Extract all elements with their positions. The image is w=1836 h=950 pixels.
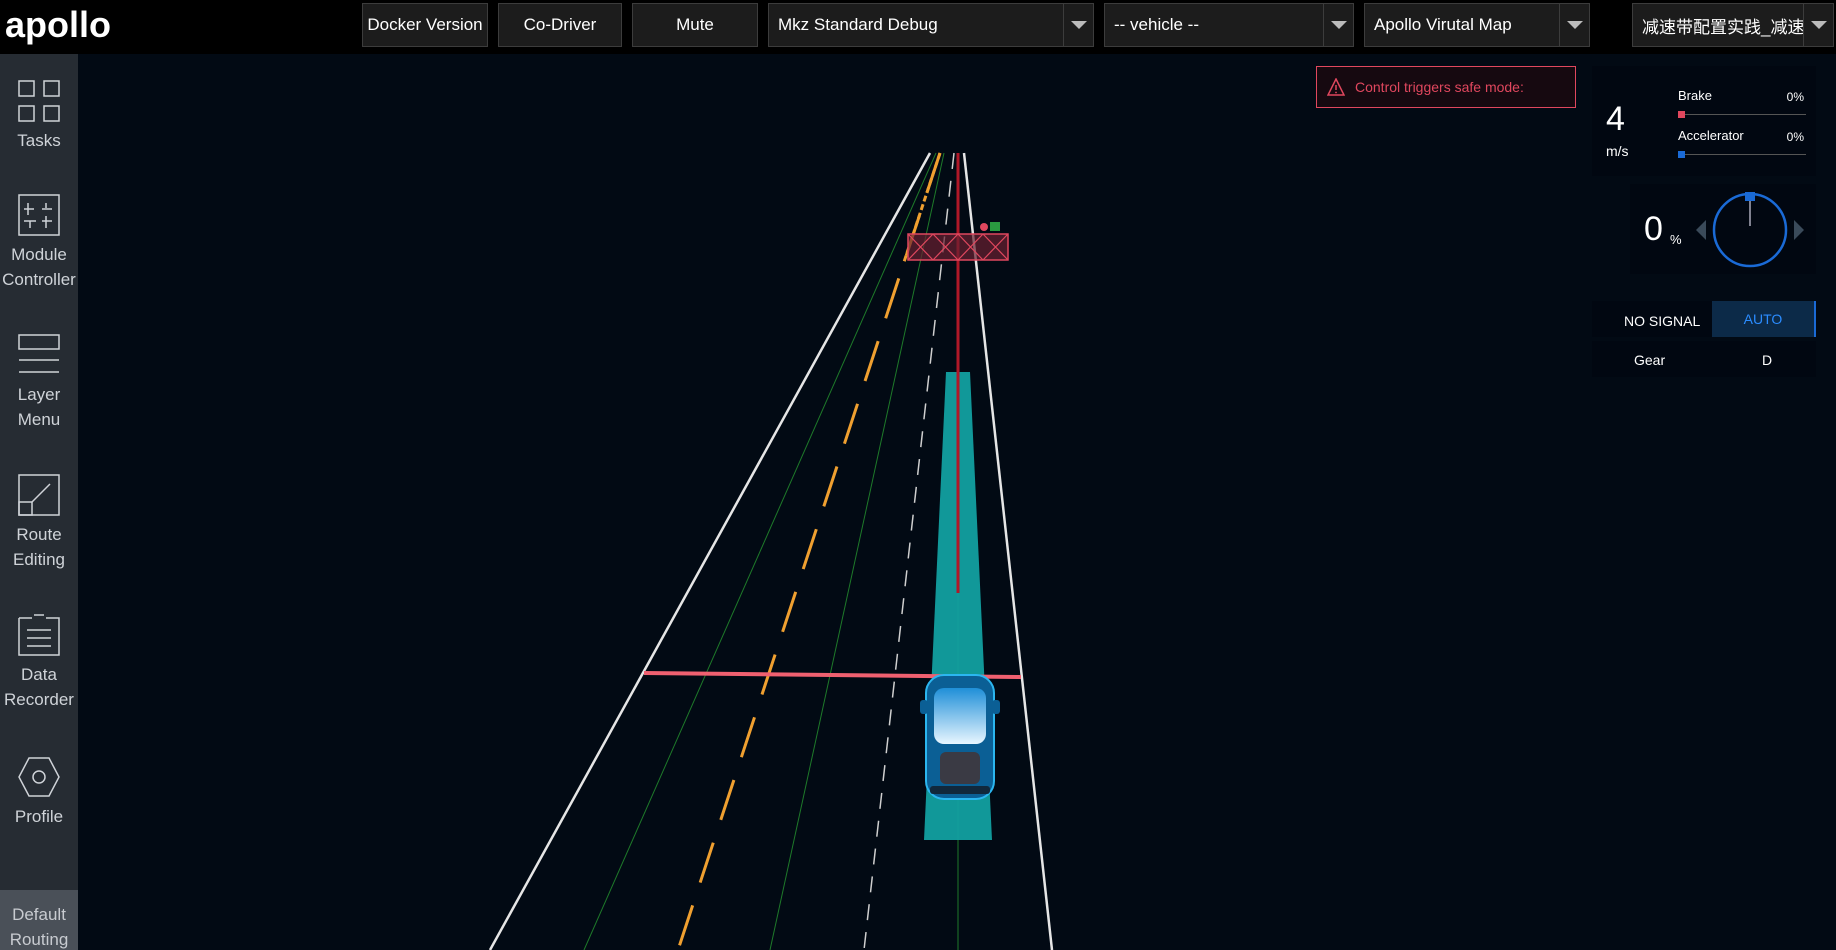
signal-panel: NO SIGNAL AUTO	[1592, 301, 1816, 337]
accelerator-value: 0%	[1786, 130, 1804, 144]
driving-scene-canvas[interactable]	[78, 54, 1836, 950]
hexagon-icon	[18, 757, 60, 797]
sidebar-item-profile[interactable]: Profile	[0, 756, 78, 876]
sidebar-item-data-recorder[interactable]: Data Recorder	[0, 614, 78, 734]
lane-guide-line	[769, 152, 945, 950]
layers-icon	[18, 334, 60, 373]
gear-value: D	[1762, 352, 1773, 368]
brake-bar-fill	[1678, 111, 1685, 118]
document-icon	[18, 614, 60, 656]
sidebar-item-label: Profile	[14, 807, 64, 826]
chevron-down-icon[interactable]	[1559, 4, 1589, 46]
accelerator-bar-track	[1678, 154, 1806, 155]
gear-label: Gear	[1634, 352, 1666, 368]
docker-version-button[interactable]: Docker Version	[362, 3, 488, 47]
chevron-down-icon[interactable]	[1803, 4, 1833, 46]
top-bar: apollo Docker Version Co-Driver Mute Mkz…	[0, 0, 1836, 54]
turn-left-icon	[1696, 220, 1706, 240]
chevron-down-icon[interactable]	[1063, 4, 1093, 46]
scenario-select[interactable]: 减速带配置实践_减速带	[1632, 3, 1834, 47]
safe-mode-alert: Control triggers safe mode:	[1316, 66, 1576, 108]
brake-value: 0%	[1786, 90, 1804, 104]
speed-value: 4	[1606, 100, 1625, 138]
warning-icon	[1327, 78, 1345, 96]
brake-bar-track	[1678, 114, 1806, 115]
sidebar-item-module-controller[interactable]: Module Controller	[0, 194, 78, 314]
accelerator-label: Accelerator	[1678, 128, 1744, 143]
gear-panel: Gear D	[1592, 341, 1816, 377]
lane-center-yellow	[676, 152, 942, 950]
sidebar-item-layer-menu[interactable]: Layer Menu	[0, 334, 78, 454]
co-driver-button[interactable]: Co-Driver	[498, 3, 622, 47]
sliders-icon	[18, 194, 60, 236]
sidebar-item-route-editing[interactable]: Route Editing	[0, 474, 78, 594]
mute-button[interactable]: Mute	[632, 3, 758, 47]
steering-unit: %	[1670, 232, 1682, 247]
brake-label: Brake	[1678, 88, 1712, 103]
vehicle-select-value: -- vehicle --	[1114, 15, 1200, 34]
default-routing-button[interactable]: Default Routing	[0, 890, 78, 950]
sidebar-item-tasks[interactable]: Tasks	[0, 80, 78, 200]
sidebar-item-label: Layer Menu	[17, 385, 61, 429]
route-icon	[18, 474, 60, 516]
map-select[interactable]: Apollo Virutal Map	[1364, 3, 1590, 47]
lane-boundary-left	[488, 152, 932, 950]
apollo-logo: apollo	[5, 6, 111, 45]
lane-guide-line	[583, 152, 937, 950]
accelerator-bar-fill	[1678, 151, 1685, 158]
chevron-down-icon[interactable]	[1323, 4, 1353, 46]
sidebar-item-label: Route Editing	[13, 525, 65, 569]
steering-value: 0	[1644, 210, 1663, 248]
sidebar-item-label: Tasks	[17, 131, 61, 150]
ego-vehicle[interactable]	[920, 674, 1000, 800]
speed-panel: 4 m/s Brake 0% Accelerator 0%	[1592, 66, 1816, 176]
alert-text: Control triggers safe mode:	[1355, 79, 1524, 95]
turn-right-icon	[1794, 220, 1804, 240]
drive-mode-auto-button[interactable]: AUTO	[1712, 301, 1816, 337]
speed-unit: m/s	[1606, 143, 1629, 159]
steering-panel: 0 %	[1630, 184, 1816, 274]
mode-select[interactable]: Mkz Standard Debug	[768, 3, 1094, 47]
sidebar: Tasks Module Controller Layer Menu Route…	[0, 54, 78, 950]
steering-wheel-icon	[1696, 192, 1804, 268]
sidebar-item-label: Data Recorder	[4, 665, 74, 709]
logo-text: apollo	[5, 6, 111, 45]
map-select-value: Apollo Virutal Map	[1374, 15, 1512, 34]
vehicle-select[interactable]: -- vehicle --	[1104, 3, 1354, 47]
sidebar-item-label: Module Controller	[2, 245, 76, 289]
signal-status: NO SIGNAL	[1624, 313, 1701, 329]
grid-icon	[18, 80, 60, 122]
mode-select-value: Mkz Standard Debug	[778, 15, 938, 34]
